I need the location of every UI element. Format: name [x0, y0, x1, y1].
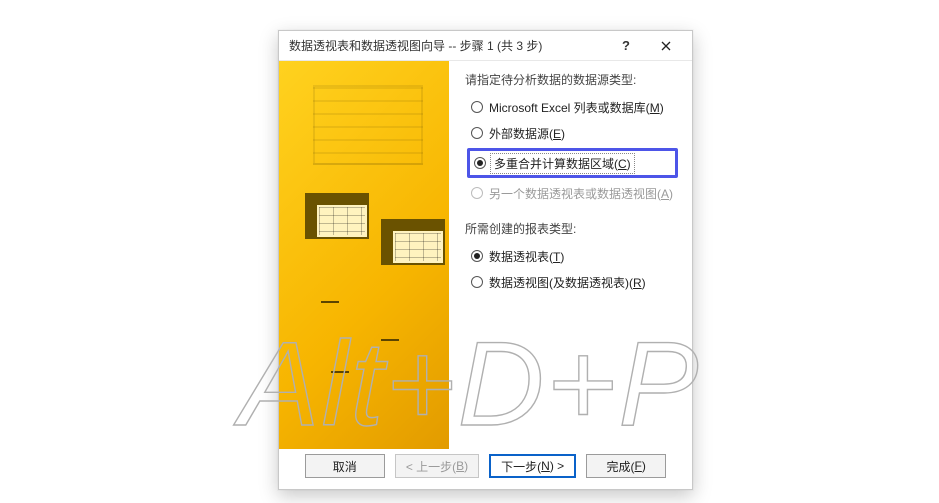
- datasource-type-group: Microsoft Excel 列表或数据库(M) 外部数据源(E) 多重合并计…: [467, 94, 678, 206]
- next-button[interactable]: 下一步(N) >: [489, 454, 576, 478]
- radio-icon: [471, 127, 483, 139]
- dialog-title: 数据透视表和数据透视图向导 -- 步骤 1 (共 3 步): [289, 37, 606, 54]
- radio-pivot-table[interactable]: 数据透视表(T): [467, 243, 678, 269]
- radio-icon: [471, 101, 483, 113]
- back-button: < 上一步(B): [395, 454, 479, 478]
- radio-multiple-consolidation[interactable]: 多重合并计算数据区域(C): [467, 148, 678, 178]
- titlebar: 数据透视表和数据透视图向导 -- 步骤 1 (共 3 步) ?: [279, 31, 692, 61]
- radio-icon: [474, 157, 486, 169]
- finish-button[interactable]: 完成(F): [586, 454, 666, 478]
- radio-pivot-chart[interactable]: 数据透视图(及数据透视表)(R): [467, 269, 678, 295]
- report-type-label: 所需创建的报表类型:: [465, 220, 678, 237]
- datasource-type-label: 请指定待分析数据的数据源类型:: [465, 71, 678, 88]
- radio-label: 数据透视表(T): [489, 248, 564, 265]
- report-type-group: 数据透视表(T) 数据透视图(及数据透视表)(R): [467, 243, 678, 295]
- close-icon: [661, 41, 671, 51]
- close-button[interactable]: [646, 31, 686, 61]
- wizard-graphic: [279, 61, 449, 449]
- wizard-dialog: 数据透视表和数据透视图向导 -- 步骤 1 (共 3 步) ? 请指定待分析数据…: [278, 30, 693, 490]
- form-area: 请指定待分析数据的数据源类型: Microsoft Excel 列表或数据库(M…: [449, 61, 692, 449]
- help-button[interactable]: ?: [606, 31, 646, 61]
- radio-label: 数据透视图(及数据透视表)(R): [489, 274, 646, 291]
- radio-excel-list[interactable]: Microsoft Excel 列表或数据库(M): [467, 94, 678, 120]
- radio-icon: [471, 250, 483, 262]
- radio-label: 另一个数据透视表或数据透视图(A): [489, 185, 673, 202]
- radio-another-pivot: 另一个数据透视表或数据透视图(A): [467, 180, 678, 206]
- radio-icon: [471, 276, 483, 288]
- radio-label: Microsoft Excel 列表或数据库(M): [489, 99, 664, 116]
- radio-icon: [471, 187, 483, 199]
- radio-label: 多重合并计算数据区域(C): [492, 155, 633, 172]
- dialog-footer: 取消 < 上一步(B) 下一步(N) > 完成(F): [279, 449, 692, 489]
- cancel-button[interactable]: 取消: [305, 454, 385, 478]
- radio-external-data[interactable]: 外部数据源(E): [467, 120, 678, 146]
- dialog-content: 请指定待分析数据的数据源类型: Microsoft Excel 列表或数据库(M…: [279, 61, 692, 449]
- radio-label: 外部数据源(E): [489, 125, 565, 142]
